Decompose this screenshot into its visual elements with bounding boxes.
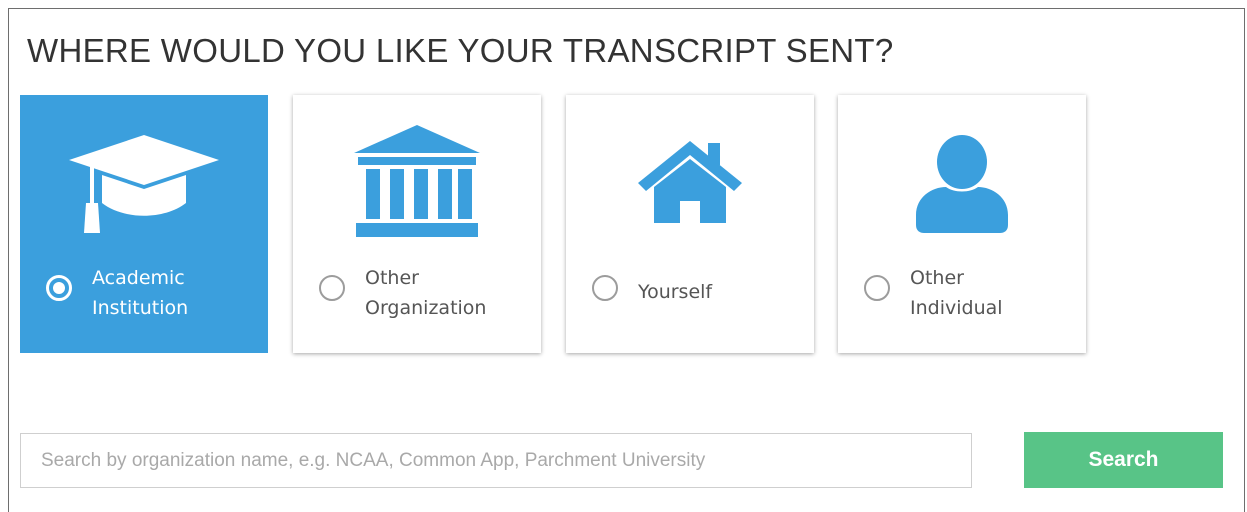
institution-building-icon: [293, 125, 541, 245]
option-academic-institution[interactable]: Academic Institution: [20, 95, 268, 353]
radio-academic-institution[interactable]: [46, 275, 72, 301]
option-label: Academic Institution: [92, 267, 189, 319]
page-title: WHERE WOULD YOU LIKE YOUR TRANSCRIPT SEN…: [27, 32, 894, 69]
option-label: Yourself: [638, 281, 713, 303]
option-label: Other Individual: [910, 267, 1003, 319]
search-input[interactable]: [20, 433, 972, 488]
option-yourself[interactable]: Yourself: [566, 95, 814, 353]
option-other-individual[interactable]: Other Individual: [838, 95, 1086, 353]
graduation-cap-icon: [20, 125, 268, 245]
radio-yourself[interactable]: [592, 275, 618, 301]
house-icon: [566, 141, 814, 261]
radio-other-organization[interactable]: [319, 275, 345, 301]
radio-other-individual[interactable]: [864, 275, 890, 301]
option-other-organization[interactable]: Other Organization: [293, 95, 541, 353]
option-label: Other Organization: [365, 267, 487, 319]
person-icon: [838, 135, 1086, 255]
search-button[interactable]: Search: [1024, 432, 1223, 488]
